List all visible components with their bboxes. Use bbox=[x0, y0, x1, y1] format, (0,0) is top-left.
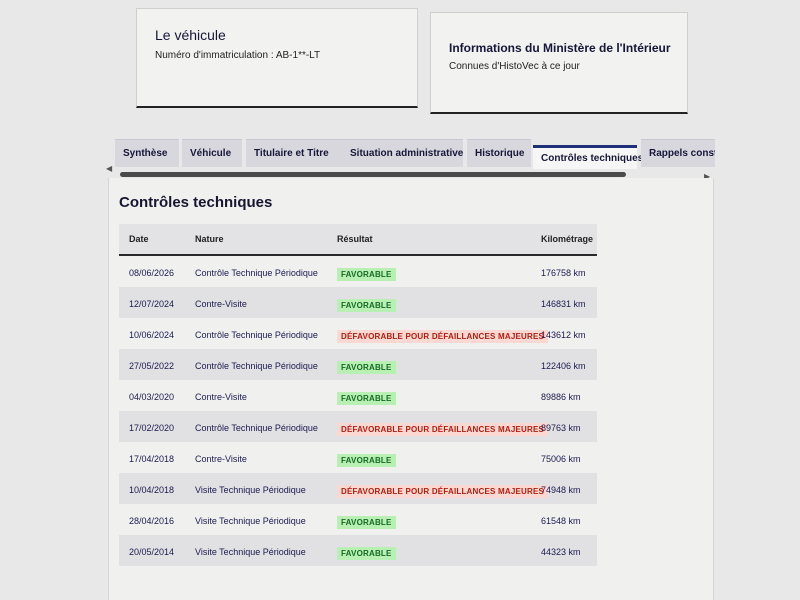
cell-km: 122406 km bbox=[541, 361, 586, 371]
vehicle-card-title: Le véhicule bbox=[155, 27, 226, 43]
header-date: Date bbox=[129, 234, 149, 244]
cell-km: 89763 km bbox=[541, 423, 581, 433]
tab-historique[interactable]: Historique bbox=[467, 139, 531, 167]
cell-nature: Visite Technique Périodique bbox=[195, 547, 306, 557]
tab-controles-techniques[interactable]: Contrôles techniques bbox=[533, 145, 643, 169]
table-row: 20/05/2014 Visite Technique Périodique FAV… bbox=[119, 535, 597, 566]
ministry-card: Informations du Ministère de l'Intérieur… bbox=[430, 12, 688, 114]
table-row: 08/06/2026 Contrôle Technique Périodique F… bbox=[119, 256, 597, 287]
table-row: 04/03/2020 Contre-Visite FAVORABLE 89886 km bbox=[119, 380, 597, 411]
result-badge: FAVORABLE bbox=[337, 361, 396, 374]
table-row: 10/04/2018 Visite Technique Périodique DÉF… bbox=[119, 473, 597, 504]
vehicle-card: Le véhicule Numéro d'immatriculation : A… bbox=[136, 8, 418, 108]
table-row: 10/06/2024 Contrôle Technique Périodique D… bbox=[119, 318, 597, 349]
table-row: 17/04/2018 Contre-Visite FAVORABLE 75006 km bbox=[119, 442, 597, 473]
tab-vehicule[interactable]: Véhicule bbox=[182, 139, 242, 167]
cell-date: 04/03/2020 bbox=[129, 392, 175, 402]
tab-rappels-constructeur[interactable]: Rappels constructeur bbox=[641, 139, 715, 167]
result-badge: FAVORABLE bbox=[337, 392, 396, 405]
table-row: 17/02/2020 Contrôle Technique Périodique D… bbox=[119, 411, 597, 442]
cell-km: 143612 km bbox=[541, 330, 586, 340]
cell-nature: Visite Technique Périodique bbox=[195, 485, 306, 495]
ministry-card-text: Connues d'HistoVec à ce jour bbox=[449, 61, 580, 72]
tab-situation-administrative[interactable]: Situation administrative bbox=[342, 139, 463, 167]
table-row: 12/07/2024 Contre-Visite FAVORABLE 146831 k… bbox=[119, 287, 597, 318]
tabs-scrollbar[interactable] bbox=[112, 170, 712, 178]
cell-date: 20/05/2014 bbox=[129, 547, 175, 557]
header-nature: Nature bbox=[195, 234, 224, 244]
cell-date: 10/06/2024 bbox=[129, 330, 175, 340]
cell-km: 176758 km bbox=[541, 268, 586, 278]
header-result: Résultat bbox=[337, 234, 373, 244]
cell-date: 08/06/2026 bbox=[129, 268, 175, 278]
tab-bar: Synthèse Véhicule Titulaire et Titre Sit… bbox=[115, 137, 715, 169]
tab-titulaire[interactable]: Titulaire et Titre bbox=[246, 139, 342, 167]
cell-km: 89886 km bbox=[541, 392, 581, 402]
table-row: 28/04/2016 Visite Technique Périodique FAV… bbox=[119, 504, 597, 535]
cell-date: 28/04/2016 bbox=[129, 516, 175, 526]
result-badge: FAVORABLE bbox=[337, 454, 396, 467]
cell-nature: Contrôle Technique Périodique bbox=[195, 330, 318, 340]
controles-panel: Contrôles techniques Date Nature Résulta… bbox=[108, 178, 714, 600]
registration-number: Numéro d'immatriculation : AB-1**-LT bbox=[155, 50, 321, 61]
cell-km: 74948 km bbox=[541, 485, 581, 495]
cell-nature: Visite Technique Périodique bbox=[195, 516, 306, 526]
ministry-card-title: Informations du Ministère de l'Intérieur bbox=[449, 41, 671, 55]
cell-nature: Contre-Visite bbox=[195, 299, 247, 309]
cell-date: 12/07/2024 bbox=[129, 299, 175, 309]
result-badge: DÉFAVORABLE POUR DÉFAILLANCES MAJEURES bbox=[337, 485, 549, 498]
result-badge: DÉFAVORABLE POUR DÉFAILLANCES MAJEURES bbox=[337, 423, 549, 436]
cell-nature: Contre-Visite bbox=[195, 454, 247, 464]
result-badge: DÉFAVORABLE POUR DÉFAILLANCES MAJEURES bbox=[337, 330, 549, 343]
result-badge: FAVORABLE bbox=[337, 516, 396, 529]
cell-km: 146831 km bbox=[541, 299, 586, 309]
inspections-table: Date Nature Résultat Kilométrage 08/06/2… bbox=[119, 224, 597, 566]
cell-km: 75006 km bbox=[541, 454, 581, 464]
cell-nature: Contrôle Technique Périodique bbox=[195, 268, 318, 278]
tab-synthese[interactable]: Synthèse bbox=[115, 139, 179, 167]
cell-date: 17/04/2018 bbox=[129, 454, 175, 464]
cell-nature: Contrôle Technique Périodique bbox=[195, 423, 318, 433]
table-row: 27/05/2022 Contrôle Technique Périodique F… bbox=[119, 349, 597, 380]
cell-date: 27/05/2022 bbox=[129, 361, 175, 371]
cell-nature: Contrôle Technique Périodique bbox=[195, 361, 318, 371]
cell-km: 44323 km bbox=[541, 547, 581, 557]
header-km: Kilométrage bbox=[541, 234, 594, 244]
cell-date: 17/02/2020 bbox=[129, 423, 175, 433]
result-badge: FAVORABLE bbox=[337, 268, 396, 281]
section-title: Contrôles techniques bbox=[119, 194, 273, 211]
scrollbar-thumb[interactable] bbox=[120, 172, 626, 177]
table-header: Date Nature Résultat Kilométrage bbox=[119, 224, 597, 256]
result-badge: FAVORABLE bbox=[337, 299, 396, 312]
cell-date: 10/04/2018 bbox=[129, 485, 175, 495]
result-badge: FAVORABLE bbox=[337, 547, 396, 560]
cell-km: 61548 km bbox=[541, 516, 581, 526]
cell-nature: Contre-Visite bbox=[195, 392, 247, 402]
table-body: 08/06/2026 Contrôle Technique Périodique F… bbox=[119, 256, 597, 566]
